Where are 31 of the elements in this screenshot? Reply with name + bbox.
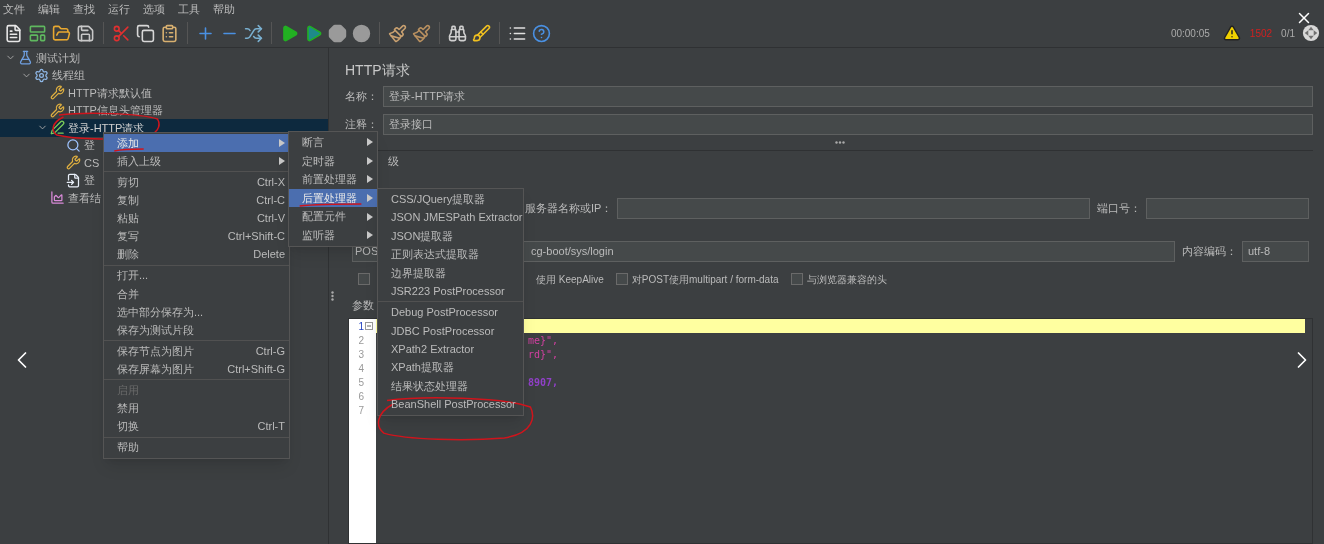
line-number: 5 [358, 375, 364, 390]
field-label: 注释： [345, 117, 379, 133]
shortcut-label: Ctrl-C [256, 193, 285, 209]
shortcut-label: Ctrl+Shift-G [227, 361, 285, 377]
thread-count: 0/1 [1281, 26, 1295, 41]
panel-title: HTTP请求 [345, 61, 411, 80]
elapsed-time: 00:00:05 [1170, 26, 1210, 41]
code-text: rd}", [528, 347, 559, 362]
section-label: 级 [388, 153, 399, 169]
line-number: 3 [358, 347, 364, 362]
line-number: 2 [358, 333, 364, 348]
field-label: 名称： [345, 89, 379, 105]
checkbox-label: 对POST使用multipart / form-data [631, 272, 779, 287]
shortcut-label: Ctrl-X [256, 175, 285, 190]
shortcut-label: Ctrl-G [255, 343, 285, 359]
shortcut-label: Ctrl+Shift-C [227, 229, 285, 245]
code-text: 8907, [528, 375, 559, 390]
code-text: me}", [528, 333, 559, 348]
field-label: 端口号： [1097, 201, 1141, 217]
shortcut-label: Delete [253, 247, 285, 263]
line-number: 4 [358, 361, 364, 376]
shortcut-label: Ctrl-V [256, 211, 285, 227]
line-number: 6 [358, 389, 364, 404]
shortcut-label: Ctrl-T [257, 419, 285, 435]
error-count: 1502 [1249, 26, 1273, 41]
field-label: 服务器名称或IP： [525, 201, 613, 217]
field-label: 内容编码： [1182, 244, 1237, 260]
line-number: 1 [358, 319, 364, 334]
checkbox-label: 与浏览器兼容的头 [806, 272, 887, 287]
line-number: 7 [358, 403, 364, 418]
checkbox-label: 使用 KeepAlive [536, 272, 604, 287]
